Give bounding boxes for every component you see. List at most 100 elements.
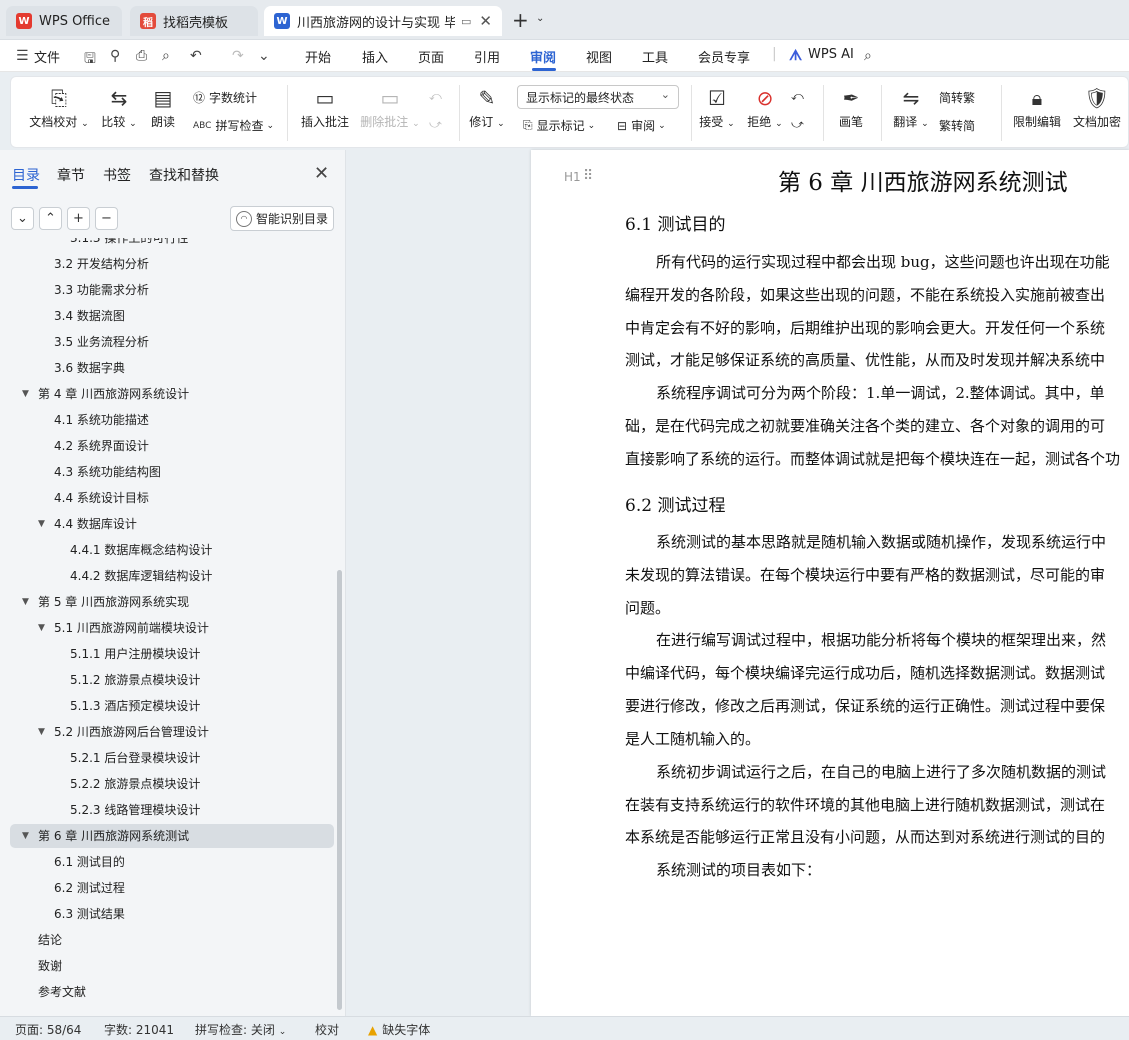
tab-docer[interactable]: 稻 找稻壳模板 [130, 6, 258, 36]
toc-item[interactable]: 致谢 [10, 954, 334, 978]
compare-button[interactable]: ⇆ 比较 ⌄ [97, 87, 141, 130]
toc-item[interactable]: 3.2 开发结构分析 [10, 252, 334, 276]
scrollbar[interactable] [337, 570, 342, 1010]
next-comment-icon[interactable]: ⤻ [429, 117, 442, 132]
menu-page[interactable]: 页面 [418, 47, 444, 66]
to-traditional-button[interactable]: 简转繁 [939, 89, 975, 106]
toc-item[interactable]: 5.2.2 旅游景点模块设计 [10, 772, 334, 796]
delete-comment-button[interactable]: ▭ 删除批注 ⌄ [359, 87, 421, 130]
add-heading-button[interactable]: + [67, 207, 90, 230]
nav-tab-toc[interactable]: 目录 [12, 165, 40, 185]
undo-icon[interactable]: ↶ [190, 48, 202, 64]
wps-ai-button[interactable]: WPS AI [808, 47, 854, 62]
toc-item[interactable]: 4.4.1 数据库概念结构设计 [10, 538, 334, 562]
to-simplified-button[interactable]: 繁转简 [939, 117, 975, 134]
word-count-button[interactable]: ⑫ 字数统计 [193, 89, 257, 106]
toc-item[interactable]: ▼ 第 6 章 川西旅游网系统测试 [10, 824, 334, 848]
toc-item[interactable]: ▼ 第 5 章 川西旅游网系统实现 [10, 590, 334, 614]
toc-item[interactable]: 4.3 系统功能结构图 [10, 460, 334, 484]
read-aloud-button[interactable]: ▤ 朗读 [147, 87, 179, 130]
doc-check-button[interactable]: ⎘ 文档校对 ⌄ [29, 87, 89, 130]
review-pane-button[interactable]: ⊟ 审阅 ⌄ [617, 117, 666, 134]
proofread-status[interactable]: 校对 [315, 1021, 339, 1038]
toc-item[interactable]: 4.4 系统设计目标 [10, 486, 334, 510]
nav-tab-find-replace[interactable]: 查找和替换 [149, 165, 219, 185]
toc-item[interactable]: 3.1.3 操作上的可行性 [10, 238, 334, 250]
toc-item[interactable]: 3.3 功能需求分析 [10, 278, 334, 302]
translate-button[interactable]: ⇋ 翻译 ⌄ [891, 87, 931, 130]
prev-change-icon[interactable]: ⤺ [791, 89, 804, 104]
menu-insert[interactable]: 插入 [362, 47, 388, 66]
track-changes-button[interactable]: ✎ 修订 ⌄ [467, 87, 507, 130]
hamburger-icon[interactable]: ☰ [16, 48, 29, 64]
close-tab-icon[interactable]: ✕ [479, 12, 492, 30]
toc-item[interactable]: ▼ 5.1 川西旅游网前端模块设计 [10, 616, 334, 640]
toc-item[interactable]: 6.1 测试目的 [10, 850, 334, 874]
toc-item[interactable]: 5.1.2 旅游景点模块设计 [10, 668, 334, 692]
new-tab-icon[interactable]: + [512, 8, 529, 32]
drag-handle-icon[interactable]: ⠿ [583, 168, 593, 184]
missing-font-status[interactable]: ▲ 缺失字体 [368, 1021, 430, 1038]
ink-button[interactable]: ✒ 画笔 [833, 87, 869, 130]
nav-tab-bookmarks[interactable]: 书签 [103, 165, 131, 185]
expand-arrow-icon[interactable]: ▼ [22, 590, 29, 614]
menu-view[interactable]: 视图 [586, 47, 612, 66]
expand-up-button[interactable]: ⌃ [39, 207, 62, 230]
menu-member[interactable]: 会员专享 [698, 47, 750, 66]
next-change-icon[interactable]: ⤻ [791, 117, 804, 132]
encrypt-button[interactable]: 🛡︎ 文档加密 [1071, 87, 1123, 130]
remove-heading-button[interactable]: − [95, 207, 118, 230]
toc-item[interactable]: 5.1.1 用户注册模块设计 [10, 642, 334, 666]
restrict-edit-button[interactable]: 🔒︎ 限制编辑 [1011, 87, 1063, 130]
search-icon[interactable]: ⌕ [864, 48, 872, 64]
word-count-status[interactable]: 字数: 21041 [104, 1021, 174, 1038]
markup-state-select[interactable]: 显示标记的最终状态 ⌄ [517, 85, 679, 109]
toc-item[interactable]: 5.2.3 线路管理模块设计 [10, 798, 334, 822]
toc-item[interactable]: 4.2 系统界面设计 [10, 434, 334, 458]
expand-arrow-icon[interactable]: ▼ [38, 616, 45, 640]
prev-comment-icon[interactable]: ⤺ [429, 89, 442, 104]
nav-tab-chapters[interactable]: 章节 [57, 165, 85, 185]
show-markup-button[interactable]: ⎘ 显示标记 ⌄ [523, 117, 595, 134]
toc-item[interactable]: 参考文献 [10, 980, 334, 1004]
expand-arrow-icon[interactable]: ▼ [22, 824, 29, 848]
spell-check-button[interactable]: ABC 拼写检查 ⌄ [193, 117, 274, 134]
toc-item[interactable]: 6.2 测试过程 [10, 876, 334, 900]
toc-item[interactable]: 6.3 测试结果 [10, 902, 334, 926]
toc-item[interactable]: 5.1.3 酒店预定模块设计 [10, 694, 334, 718]
insert-comment-button[interactable]: ▭ 插入批注 [299, 87, 351, 130]
toc-item[interactable]: 5.2.1 后台登录模块设计 [10, 746, 334, 770]
expand-arrow-icon[interactable]: ▼ [22, 382, 29, 406]
spell-check-status[interactable]: 拼写检查: 关闭 ⌄ [195, 1021, 286, 1038]
expand-arrow-icon[interactable]: ▼ [38, 512, 45, 536]
menu-file[interactable]: 文件 [34, 47, 60, 66]
menu-references[interactable]: 引用 [474, 47, 500, 66]
toc-item[interactable]: ▼ 5.2 川西旅游网后台管理设计 [10, 720, 334, 744]
print-preview-icon[interactable]: ⌕ [162, 48, 170, 64]
toc-item[interactable]: 3.6 数据字典 [10, 356, 334, 380]
reject-button[interactable]: ⊘ 拒绝 ⌄ [745, 87, 785, 130]
toc-item[interactable]: 4.4.2 数据库逻辑结构设计 [10, 564, 334, 588]
tab-document[interactable]: W 川西旅游网的设计与实现 毕业 ▭ ✕ [264, 6, 502, 36]
redo-icon[interactable]: ↷ [232, 48, 244, 64]
print-icon[interactable]: ⎙ [136, 48, 147, 64]
menu-home[interactable]: 开始 [305, 47, 331, 66]
save-icon[interactable]: 🖫 [84, 48, 96, 72]
toc-item[interactable]: 3.5 业务流程分析 [10, 330, 334, 354]
chevron-down-icon[interactable]: ⌄ [536, 13, 544, 24]
toc-item[interactable]: 4.1 系统功能描述 [10, 408, 334, 432]
menu-review[interactable]: 审阅 [530, 47, 556, 66]
page-indicator[interactable]: 页面: 58/64 [15, 1021, 81, 1038]
accept-button[interactable]: ☑ 接受 ⌄ [697, 87, 737, 130]
collapse-all-button[interactable]: ⌄ [11, 207, 34, 230]
toc-item[interactable]: ▼ 第 4 章 川西旅游网系统设计 [10, 382, 334, 406]
close-icon[interactable]: ✕ [314, 163, 329, 184]
toc-item[interactable]: 3.4 数据流图 [10, 304, 334, 328]
tab-wps-office[interactable]: W WPS Office [6, 6, 122, 36]
share-icon[interactable]: ⚲ [110, 48, 120, 64]
toc-item[interactable]: 结论 [10, 928, 334, 952]
expand-arrow-icon[interactable]: ▼ [38, 720, 45, 744]
toc-item[interactable]: ▼ 4.4 数据库设计 [10, 512, 334, 536]
menu-tools[interactable]: 工具 [642, 47, 668, 66]
chevron-down-icon[interactable]: ⌄ [258, 48, 270, 64]
